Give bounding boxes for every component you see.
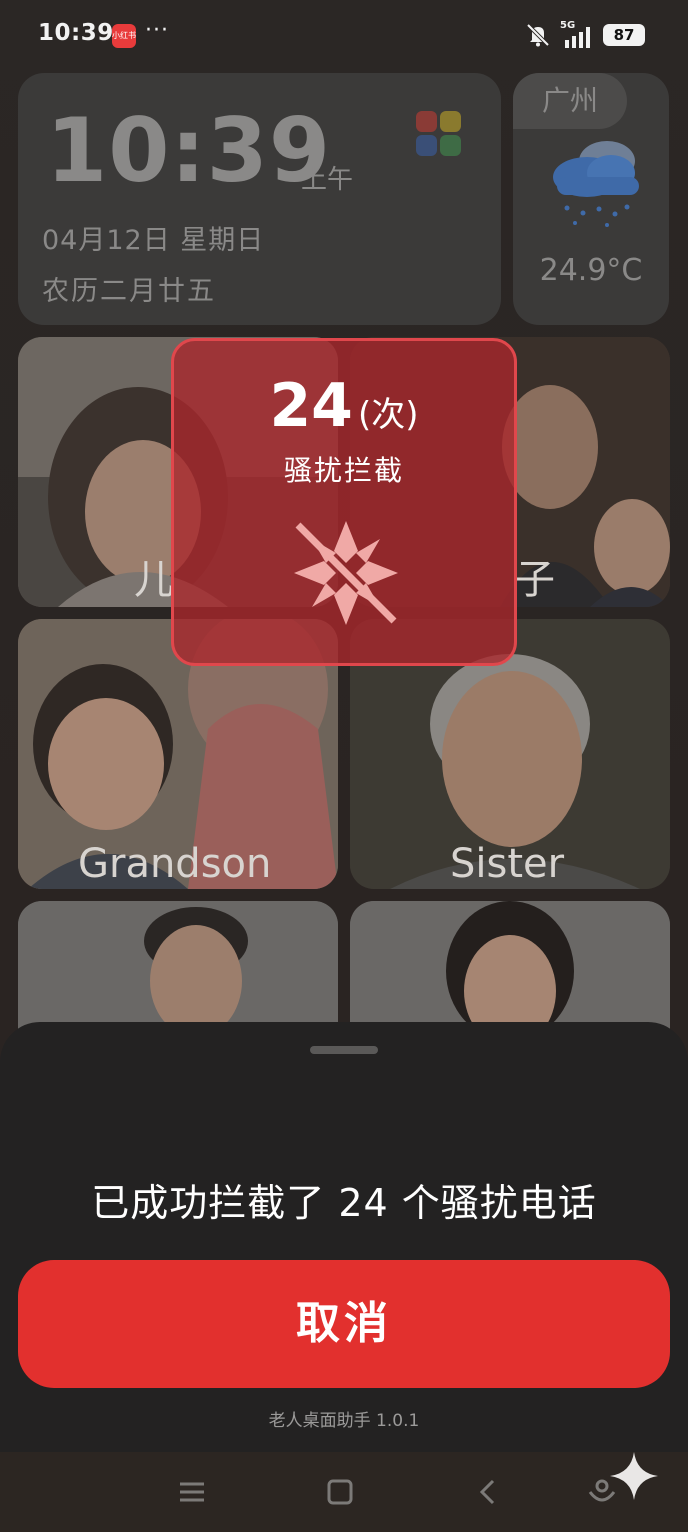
clock-ampm: 上午 xyxy=(301,165,354,195)
temperature: 24.9°C xyxy=(539,253,643,288)
block-count-unit: (次) xyxy=(358,395,419,435)
weather-widget[interactable]: 广州 24.9°C xyxy=(513,73,669,325)
clock-widget[interactable]: 10:39 上午 04月12日 星期日 农历二月廿五 xyxy=(18,73,501,325)
app-version: 老人桌面助手 1.0.1 xyxy=(268,1411,420,1431)
status-time: 10:39 xyxy=(38,20,114,46)
block-stats-popup: 24 (次) 骚扰拦截 xyxy=(171,338,517,666)
clock-time: 10:39 xyxy=(46,99,332,202)
date-text: 04月12日 星期日 xyxy=(42,225,265,256)
rain-cloud-icon xyxy=(553,141,639,227)
sheet-drag-handle[interactable] xyxy=(310,1046,378,1054)
sparkle-icon xyxy=(610,1452,658,1500)
block-count: 24 (次) xyxy=(174,371,514,441)
signal-icon xyxy=(565,27,590,48)
contact-label: Sister xyxy=(450,841,565,887)
block-result-message: 已成功拦截了 24 个骚扰电话 xyxy=(91,1181,597,1225)
contact-label: Grandson xyxy=(78,841,272,887)
more-notifications-icon: ··· xyxy=(145,18,169,43)
status-bar: 10:39 小红书 ··· 5G 87 xyxy=(0,0,688,70)
contact-label: 子 xyxy=(515,557,555,603)
bottom-sheet: 已成功拦截了 24 个骚扰电话 取消 老人桌面助手 1.0.1 xyxy=(0,1022,688,1452)
lunar-date-text: 农历二月廿五 xyxy=(42,276,216,307)
cancel-button[interactable]: 取消 xyxy=(18,1260,670,1388)
back-icon[interactable] xyxy=(468,1472,508,1512)
block-count-number: 24 xyxy=(269,371,353,441)
app-notification-icon: 小红书 xyxy=(112,24,136,48)
contact-label: 儿 xyxy=(134,557,174,603)
block-shield-icon xyxy=(294,521,398,625)
mute-icon xyxy=(526,23,550,47)
popup-title: 骚扰拦截 xyxy=(283,454,404,487)
menu-icon[interactable] xyxy=(172,1472,212,1512)
home-icon[interactable] xyxy=(320,1472,360,1512)
home-screen: 10:39 小红书 ··· 5G 87 10:39 上午 04月12日 星期日 … xyxy=(0,0,688,1532)
city-name: 广州 xyxy=(513,73,627,129)
battery-icon: 87 xyxy=(603,24,645,46)
assistant-dots-icon xyxy=(416,111,462,157)
navigation-bar xyxy=(0,1452,688,1532)
